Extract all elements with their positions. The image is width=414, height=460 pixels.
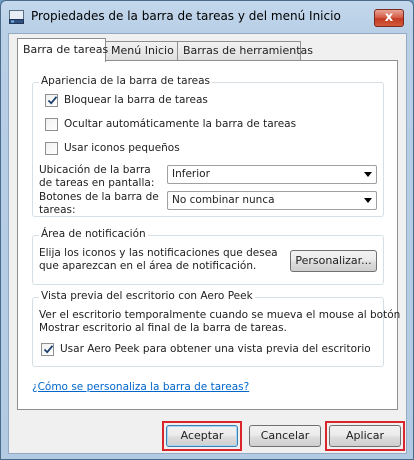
tab-panel: Apariencia de la barra de tareas Bloquea… (17, 60, 400, 410)
notification-description: Elija los iconos y las notificaciones qu… (39, 247, 278, 272)
location-select[interactable]: Inferior (167, 165, 377, 184)
small-icons-checkbox[interactable] (45, 142, 58, 155)
notification-group-title: Área de notificación (39, 228, 148, 240)
lock-taskbar-label: Bloquear la barra de tareas (64, 94, 208, 106)
tab-barra-de-tareas[interactable]: Barra de tareas (17, 38, 108, 62)
small-icons-label: Usar iconos pequeños (64, 142, 180, 154)
lock-taskbar-checkbox[interactable] (45, 94, 58, 107)
customize-button[interactable]: Personalizar... (290, 250, 377, 272)
dialog-client-area: Barra de tareas Menú Inicio Barras de he… (8, 33, 407, 454)
buttons-select[interactable]: No combinar nunca (167, 191, 377, 210)
close-icon: x (384, 10, 394, 25)
buttons-label: Botones de la barra de tareas: (39, 191, 159, 216)
location-select-value: Inferior (172, 168, 210, 180)
autohide-checkbox[interactable] (45, 118, 58, 131)
close-button[interactable]: x (374, 9, 404, 27)
appearance-group: Apariencia de la barra de tareas Bloquea… (32, 75, 384, 217)
check-icon (43, 345, 54, 354)
ok-button-highlight (162, 421, 242, 451)
title-bar[interactable]: Propiedades de la barra de tareas y del … (1, 1, 413, 33)
notification-group: Área de notificación Elija los iconos y … (32, 228, 384, 285)
use-aero-peek-label: Usar Aero Peek para obtener una vista pr… (60, 343, 371, 355)
autohide-row[interactable]: Ocultar automáticamente la barra de tare… (45, 117, 345, 133)
window-title: Propiedades de la barra de tareas y del … (31, 9, 341, 23)
appearance-group-title: Apariencia de la barra de tareas (39, 75, 213, 87)
use-aero-peek-checkbox[interactable] (41, 343, 54, 356)
chevron-down-icon (364, 198, 372, 203)
tab-barras-de-herramientas[interactable]: Barras de herramientas (177, 41, 313, 61)
cancel-button[interactable]: Cancelar (249, 425, 321, 447)
small-icons-row[interactable]: Usar iconos pequeños (45, 141, 245, 157)
tab-menu-inicio[interactable]: Menú Inicio (105, 41, 178, 61)
taskbar-properties-icon (9, 10, 24, 24)
aero-peek-description-line1: Ver el escritorio temporalmente cuando s… (39, 309, 401, 321)
aero-peek-group: Vista previa del escritorio con Aero Pee… (32, 290, 400, 367)
help-link[interactable]: ¿Cómo se personaliza la barra de tareas? (32, 381, 249, 393)
buttons-select-value: No combinar nunca (172, 194, 275, 206)
apply-button-highlight (325, 421, 405, 451)
location-label: Ubicación de la barra de tareas en panta… (39, 164, 155, 189)
aero-peek-description-line2: Mostrar escritorio al final de la barra … (39, 322, 287, 334)
autohide-label: Ocultar automáticamente la barra de tare… (64, 118, 297, 130)
check-icon (47, 96, 58, 105)
lock-taskbar-row[interactable]: Bloquear la barra de tareas (45, 93, 295, 109)
aero-peek-group-title: Vista previa del escritorio con Aero Pee… (39, 290, 255, 302)
use-aero-peek-row[interactable]: Usar Aero Peek para obtener una vista pr… (41, 342, 371, 358)
chevron-down-icon (364, 172, 372, 177)
dialog-window: Propiedades de la barra de tareas y del … (0, 0, 414, 460)
